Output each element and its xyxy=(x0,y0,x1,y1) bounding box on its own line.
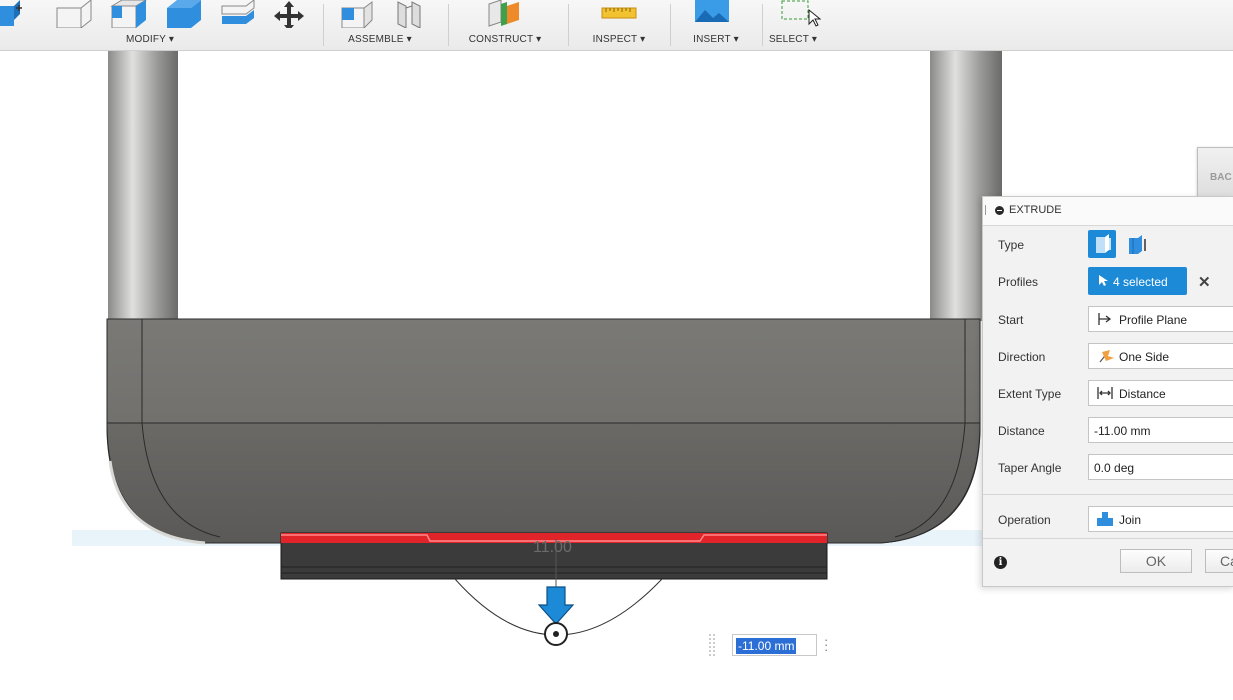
profile-plane-icon xyxy=(1098,313,1112,325)
chamfer-icon[interactable] xyxy=(110,0,150,28)
fillet-icon[interactable] xyxy=(55,0,95,28)
operation-row: Operation Join xyxy=(983,501,1233,538)
select-group: SELECT ▾ xyxy=(763,0,823,50)
extrude-thin-icon xyxy=(1129,235,1146,254)
inspect-group: INSPECT ▾ xyxy=(569,0,669,50)
collapse-icon[interactable] xyxy=(995,206,1004,215)
start-label: Start xyxy=(998,313,1024,327)
profiles-label: Profiles xyxy=(998,275,1039,289)
dimension-label: 11.00 xyxy=(533,539,572,556)
distance-label: Distance xyxy=(998,424,1045,438)
extrude-dialog: EXTRUDE Type Profiles 4 selected ✕ Start… xyxy=(982,196,1233,587)
dialog-title: EXTRUDE xyxy=(1009,204,1062,216)
one-side-icon xyxy=(1099,350,1114,363)
modify-menu[interactable]: MODIFY ▾ xyxy=(100,34,200,45)
cancel-button[interactable]: Ca xyxy=(1205,549,1233,573)
distance-input[interactable]: -11.00 mm xyxy=(1088,417,1233,443)
operation-dropdown[interactable]: Join xyxy=(1088,506,1233,532)
panel-divider xyxy=(983,494,1233,495)
extrude-dialog-header[interactable]: EXTRUDE xyxy=(983,197,1233,226)
insert-image-icon[interactable] xyxy=(693,0,733,28)
measure-icon[interactable] xyxy=(600,0,640,28)
assemble-group: ASSEMBLE ▾ xyxy=(324,0,436,50)
joint-icon[interactable] xyxy=(394,0,428,28)
start-dropdown[interactable]: Profile Plane xyxy=(1088,306,1233,332)
profiles-selection-button[interactable]: 4 selected xyxy=(1088,267,1187,295)
new-component-icon[interactable] xyxy=(340,0,376,28)
select-menu[interactable]: SELECT ▾ xyxy=(763,34,823,45)
construct-menu[interactable]: CONSTRUCT ▾ xyxy=(449,34,561,45)
operation-label: Operation xyxy=(998,513,1051,527)
clear-selection-icon[interactable]: ✕ xyxy=(1198,273,1211,291)
drag-handle-icon[interactable] xyxy=(985,205,988,215)
direction-dropdown[interactable]: One Side xyxy=(1088,343,1233,369)
modify-group: MODIFY ▾ xyxy=(0,0,320,50)
ok-button[interactable]: OK xyxy=(1120,549,1192,573)
dialog-footer: i OK Ca xyxy=(983,538,1233,586)
offset-plane-icon[interactable] xyxy=(485,0,525,28)
left-pillar[interactable] xyxy=(108,51,178,321)
extrude-solid-icon xyxy=(1096,234,1111,253)
join-icon xyxy=(1097,512,1113,526)
assemble-menu[interactable]: ASSEMBLE ▾ xyxy=(324,34,436,45)
press-pull-icon[interactable] xyxy=(0,0,30,28)
floating-distance-value: -11.00 mm xyxy=(736,638,797,654)
extent-type-label: Extent Type xyxy=(998,387,1062,401)
direction-label: Direction xyxy=(998,350,1046,364)
insert-menu[interactable]: INSERT ▾ xyxy=(671,34,761,45)
view-cube-face: BAC xyxy=(1210,172,1232,183)
floating-distance-input: -11.00 mm · · · xyxy=(708,631,838,659)
move-icon[interactable] xyxy=(272,0,306,28)
start-value: Profile Plane xyxy=(1119,313,1188,327)
inspect-menu[interactable]: INSPECT ▾ xyxy=(569,34,669,45)
direction-row: Direction One Side xyxy=(983,338,1233,375)
extent-type-value: Distance xyxy=(1119,387,1166,401)
window-select-icon[interactable] xyxy=(781,0,821,28)
shell-icon[interactable] xyxy=(165,0,205,28)
start-row: Start Profile Plane xyxy=(983,301,1233,338)
type-thin-button[interactable] xyxy=(1123,230,1151,258)
draft-icon[interactable] xyxy=(220,0,260,28)
type-label: Type xyxy=(998,238,1025,252)
direction-value: One Side xyxy=(1119,350,1170,364)
body-lower-face[interactable] xyxy=(106,422,981,544)
taper-angle-label: Taper Angle xyxy=(998,461,1062,475)
profiles-value: 4 selected xyxy=(1113,275,1168,289)
distance-row: Distance -11.00 mm xyxy=(983,412,1233,449)
cursor-icon xyxy=(1099,275,1108,286)
type-row: Type xyxy=(983,226,1233,263)
toolbar: MODIFY ▾ ASSEMBLE ▾ CONSTRUCT ▾ INSPECT … xyxy=(0,0,1233,51)
distance-icon xyxy=(1097,387,1113,399)
floating-distance-field[interactable]: -11.00 mm xyxy=(732,634,817,656)
construct-group: CONSTRUCT ▾ xyxy=(449,0,561,50)
taper-angle-input[interactable]: 0.0 deg xyxy=(1088,454,1233,480)
taper-angle-value: 0.0 deg xyxy=(1094,461,1135,475)
info-icon[interactable]: i xyxy=(994,556,1007,569)
taper-angle-row: Taper Angle 0.0 deg xyxy=(983,449,1233,486)
type-solid-button[interactable] xyxy=(1088,230,1116,258)
distance-value: -11.00 mm xyxy=(1094,424,1151,438)
extent-type-dropdown[interactable]: Distance xyxy=(1088,380,1233,406)
profiles-row: Profiles 4 selected ✕ xyxy=(983,263,1233,300)
operation-value: Join xyxy=(1119,513,1142,527)
distance-arrow-manipulator[interactable] xyxy=(537,586,575,625)
drag-grip-icon[interactable] xyxy=(708,633,716,657)
insert-group: INSERT ▾ xyxy=(671,0,761,50)
more-options-icon[interactable]: · · · xyxy=(824,633,828,656)
extent-type-row: Extent Type Distance xyxy=(983,375,1233,412)
